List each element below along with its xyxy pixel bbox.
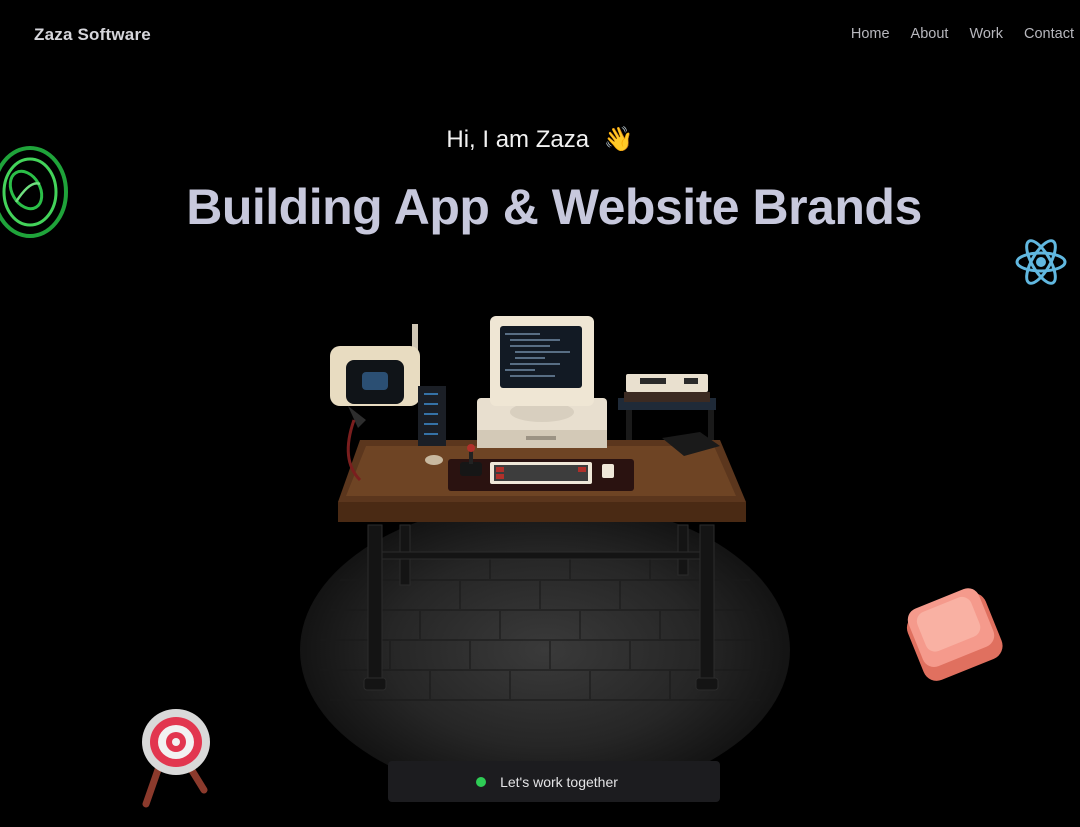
react-atom-icon <box>1015 239 1067 285</box>
desk-scene-illustration <box>320 316 770 701</box>
nav-links: Home About Work Contact <box>851 26 1074 42</box>
target-icon <box>142 709 210 808</box>
nav-link-home[interactable]: Home <box>851 26 890 42</box>
status-dot-icon <box>476 776 487 787</box>
work-together-button[interactable]: Let's work together <box>388 761 720 802</box>
greeting-text: Hi, I am Zaza <box>446 126 590 153</box>
hero-greeting: Hi, I am Zaza 👋 <box>0 125 1080 154</box>
hero-headline: Building App & Website Brands <box>186 179 922 235</box>
brand-logo[interactable]: Zaza Software <box>34 25 151 45</box>
top-nav: Zaza Software Home About Work Contact <box>0 0 1080 70</box>
nav-link-about[interactable]: About <box>911 26 949 42</box>
wave-emoji: 👋 <box>603 126 634 153</box>
keycap-icon <box>906 588 1003 681</box>
cta-label: Let's work together <box>500 773 618 790</box>
nav-link-contact[interactable]: Contact <box>1024 26 1074 42</box>
nav-link-work[interactable]: Work <box>969 26 1003 42</box>
